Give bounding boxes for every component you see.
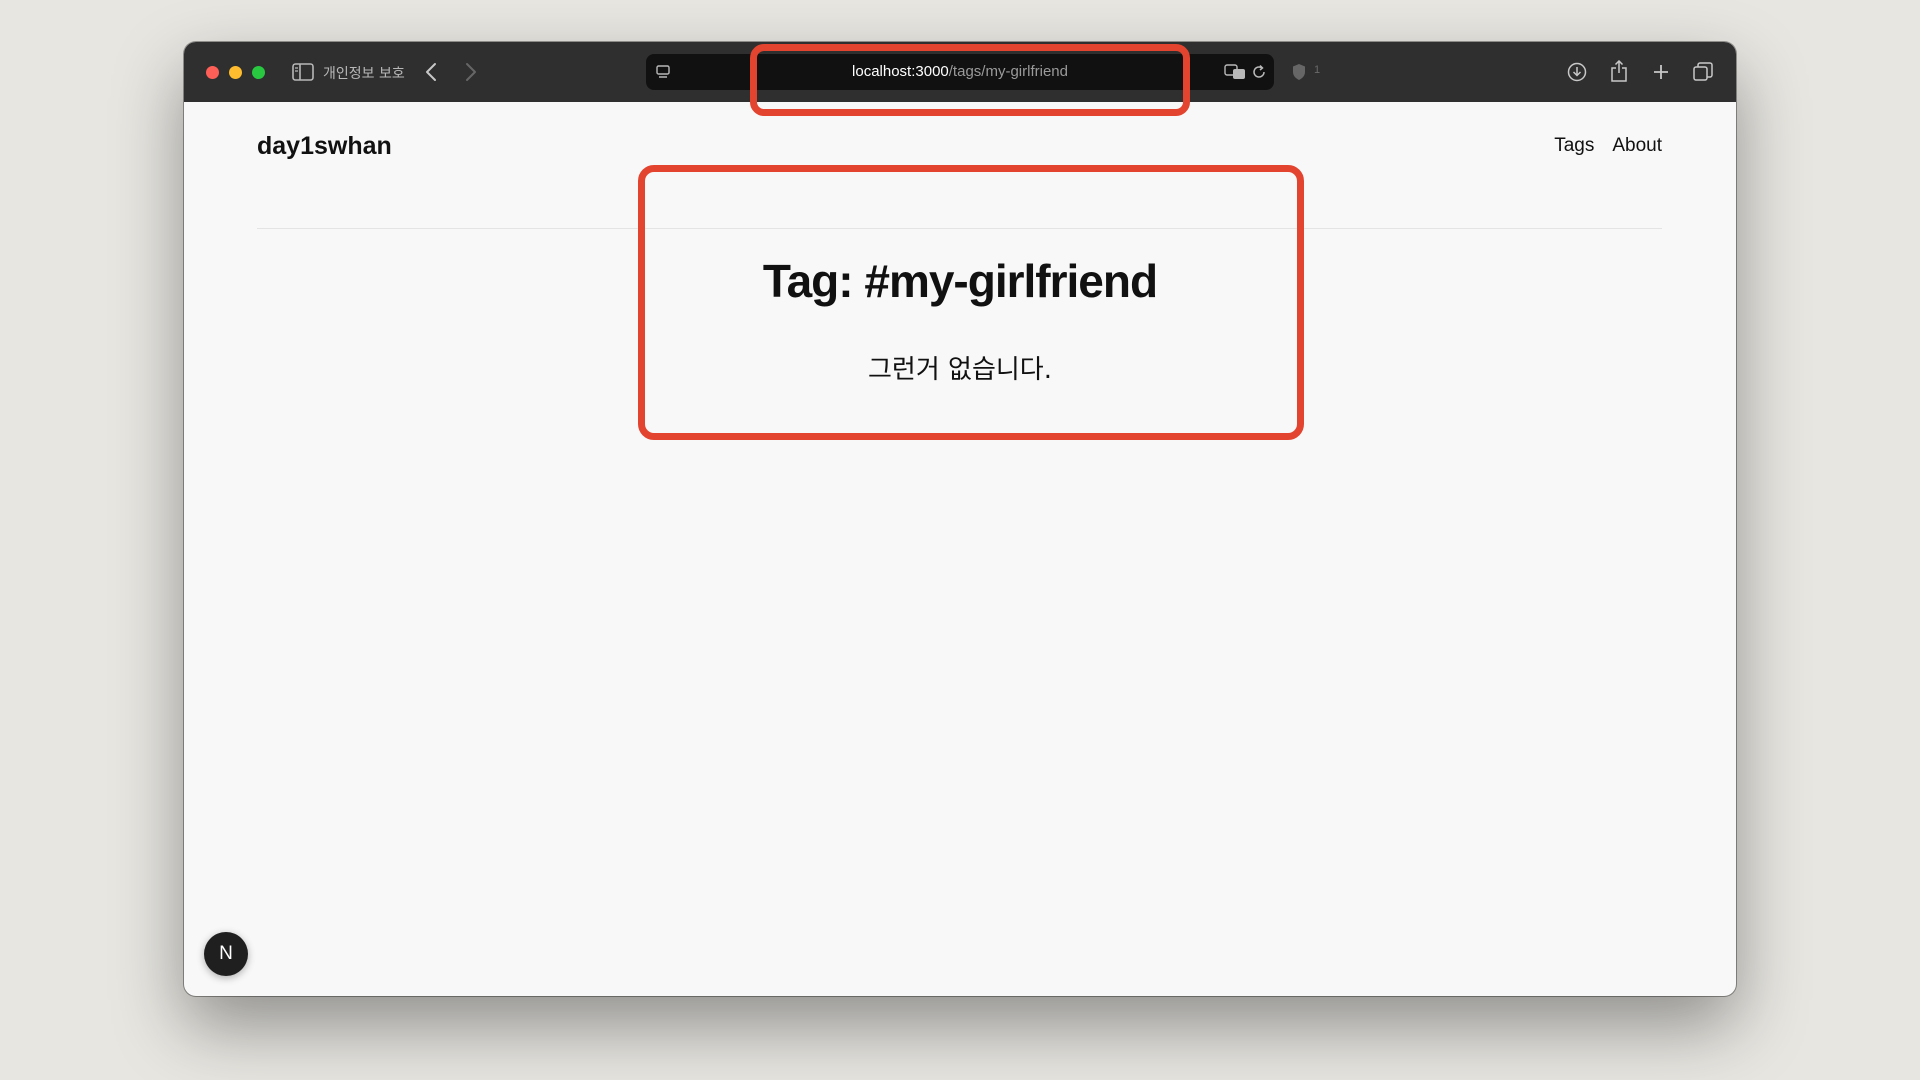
site-nav: Tags About (1554, 135, 1662, 157)
tab-overview-icon[interactable] (1692, 61, 1714, 83)
forward-icon[interactable] (464, 61, 478, 83)
shield-icon[interactable] (1290, 62, 1308, 82)
browser-window: 개인정보 보호 localhost:3000/tags/my-girlfrien… (184, 42, 1736, 996)
reload-icon[interactable] (1250, 63, 1268, 81)
annotation-highlight-content (638, 165, 1304, 440)
share-icon[interactable] (1608, 59, 1630, 83)
minimize-window-button[interactable] (229, 66, 242, 79)
nextjs-logo-icon: N (219, 943, 233, 964)
privacy-label[interactable]: 개인정보 보호 (323, 63, 405, 83)
annotation-highlight-url (750, 44, 1190, 116)
nav-link-about[interactable]: About (1612, 135, 1662, 157)
close-window-button[interactable] (206, 66, 219, 79)
translate-icon[interactable] (1224, 63, 1246, 81)
tab-count: 1 (1314, 64, 1321, 76)
site-title[interactable]: day1swhan (257, 132, 392, 161)
sidebar-icon[interactable] (292, 62, 314, 82)
nav-link-tags[interactable]: Tags (1554, 135, 1594, 157)
nextjs-devtools-button[interactable]: N (204, 932, 248, 976)
download-icon[interactable] (1566, 61, 1588, 83)
new-tab-icon[interactable] (1650, 61, 1672, 83)
zoom-window-button[interactable] (252, 66, 265, 79)
back-icon[interactable] (424, 61, 438, 83)
